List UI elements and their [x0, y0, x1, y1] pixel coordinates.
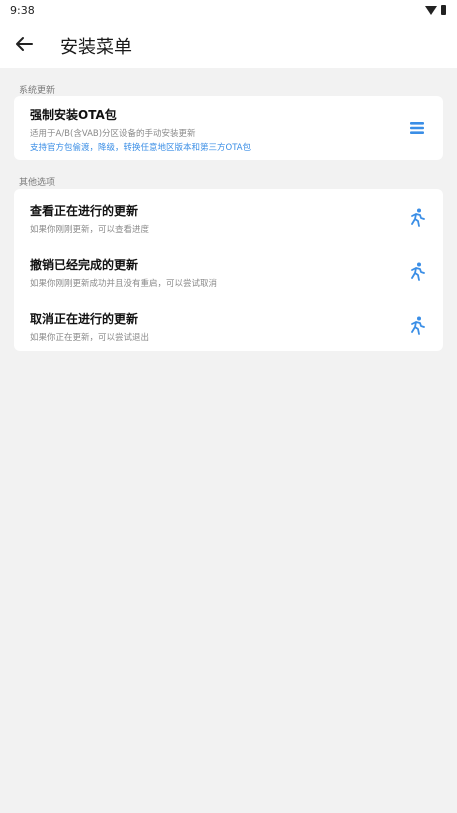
- item-note: 支持官方包偷渡，降级，转换任意地区版本和第三方OTA包: [30, 143, 252, 153]
- item-subtitle: 如果你刚刚更新成功并且没有重启，可以尝试取消: [30, 279, 218, 289]
- status-time: 9:38: [10, 4, 35, 17]
- back-arrow-icon[interactable]: [12, 32, 36, 56]
- card-system-update: 强制安装OTA包 适用于A/B(含VAB)分区设备的手动安装更新 支持官方包偷渡…: [14, 96, 443, 160]
- list-item-revert-update[interactable]: 撤销已经完成的更新 如果你刚刚更新成功并且没有重启，可以尝试取消: [30, 256, 427, 289]
- run-icon[interactable]: [407, 261, 427, 281]
- app-bar: 9:38 安装菜单: [0, 0, 457, 68]
- card-other-options: 查看正在进行的更新 如果你刚刚更新，可以查看进度 撤销已经完成的更新 如果你刚刚…: [14, 189, 443, 351]
- status-bar: 9:38: [0, 0, 457, 22]
- run-icon[interactable]: [407, 315, 427, 335]
- run-icon[interactable]: [407, 207, 427, 227]
- wifi-icon: [425, 6, 437, 15]
- battery-icon: [441, 5, 446, 15]
- section-label-other-options: 其他选项: [19, 178, 56, 188]
- item-subtitle: 适用于A/B(含VAB)分区设备的手动安装更新: [30, 129, 196, 139]
- section-label-system-update: 系统更新: [19, 86, 56, 96]
- list-item-view-update[interactable]: 查看正在进行的更新 如果你刚刚更新，可以查看进度: [30, 202, 427, 235]
- item-subtitle: 如果你刚刚更新，可以查看进度: [30, 225, 150, 235]
- page-title: 安装菜单: [60, 37, 132, 58]
- item-subtitle: 如果你正在更新，可以尝试退出: [30, 333, 150, 343]
- item-title: 撤销已经完成的更新: [30, 258, 139, 272]
- list-item-force-install-ota[interactable]: 强制安装OTA包 适用于A/B(含VAB)分区设备的手动安装更新 支持官方包偷渡…: [30, 106, 427, 153]
- list-item-cancel-update[interactable]: 取消正在进行的更新 如果你正在更新，可以尝试退出: [30, 310, 427, 343]
- item-title: 取消正在进行的更新: [30, 312, 139, 326]
- item-title: 强制安装OTA包: [30, 108, 117, 122]
- menu-icon[interactable]: [407, 118, 427, 138]
- item-title: 查看正在进行的更新: [30, 204, 139, 218]
